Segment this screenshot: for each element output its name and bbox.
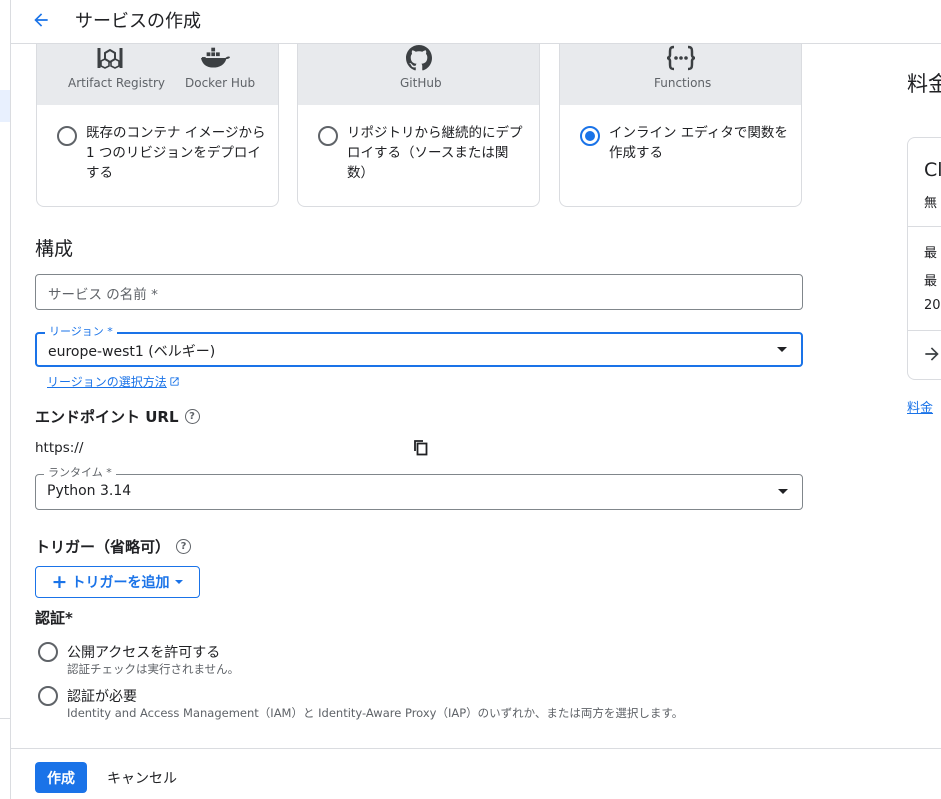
divider (908, 226, 941, 227)
chevron-down-icon (777, 347, 787, 352)
region-value: europe-west1 (ベルギー) (48, 344, 216, 360)
source-radio[interactable] (318, 126, 338, 146)
left-nav-rail (0, 0, 11, 799)
open-in-new-icon (170, 377, 179, 386)
endpoint-heading-text: エンドポイント URL (35, 408, 179, 426)
source-option-text: 既存のコンテナ イメージから 1 つのリビジョンをデプロイする (86, 125, 266, 181)
page-header: サービスの作成 (11, 0, 941, 44)
divider (908, 330, 941, 331)
auth-heading: 認証* (35, 609, 73, 627)
auth-option-title: 認証が必要 (67, 689, 137, 705)
region-help-link[interactable]: リージョンの選択方法 (47, 373, 180, 390)
left-nav-selected-item[interactable] (0, 90, 10, 122)
endpoint-url: https:// (35, 440, 84, 456)
source-option-text: リポジトリから継続的にデプロイする（ソースまたは関数） (347, 125, 523, 181)
service-name-input[interactable]: サービス の名前 * (35, 274, 803, 310)
pricing-card: Cl 無 最 最 20 (907, 137, 941, 380)
trigger-heading: トリガー（省略可） ? (35, 536, 192, 557)
source-card-functions[interactable]: Functions インライン エディタで関数を作成する (559, 44, 802, 207)
pricing-link[interactable]: 料金 (907, 397, 933, 416)
dropdown-arrow-icon (175, 580, 184, 584)
service-name-placeholder: サービス の名前 * (48, 287, 158, 303)
help-icon[interactable]: ? (184, 409, 200, 424)
functions-icon (666, 44, 696, 72)
pricing-line: 20 (924, 298, 941, 313)
region-help-link-text: リージョンの選択方法 (47, 375, 167, 389)
card-header: Artifact Registry Docker Hub (37, 44, 278, 105)
runtime-select[interactable]: ランタイム * Python 3.14 (35, 466, 803, 510)
pricing-line: 最 (924, 246, 938, 261)
config-heading: 構成 (35, 238, 74, 260)
pricing-card-title: Cl (924, 159, 941, 181)
source-card-container-image[interactable]: Artifact Registry Docker Hub 既存のコンテナ イメー… (36, 44, 279, 207)
docker-icon (201, 44, 231, 72)
page-title: サービスの作成 (75, 11, 201, 32)
functions-label: Functions (654, 76, 712, 90)
auth-option-desc: 認証チェックは実行されません。 (67, 662, 240, 676)
left-nav-divider (0, 718, 10, 719)
add-trigger-button[interactable]: + トリガーを追加 (35, 566, 200, 598)
arrow-back-icon (34, 13, 48, 27)
copy-icon[interactable] (413, 439, 429, 456)
back-button[interactable] (27, 6, 55, 34)
chevron-down-icon (778, 489, 788, 494)
github-icon (404, 44, 434, 72)
arrow-forward-icon[interactable] (922, 344, 941, 364)
auth-option-title: 公開アクセスを許可する (67, 645, 221, 661)
runtime-label: ランタイム * (44, 466, 116, 480)
form-footer: 作成 キャンセル (11, 748, 941, 799)
region-label: リージョン * (45, 325, 117, 339)
auth-radio[interactable] (38, 686, 58, 706)
docker-hub-label: Docker Hub (185, 76, 256, 90)
cancel-button[interactable]: キャンセル (107, 768, 177, 788)
trigger-heading-text: トリガー（省略可） (35, 538, 171, 556)
auth-radio[interactable] (38, 642, 58, 662)
plus-icon: + (51, 570, 68, 593)
artifact-registry-label: Artifact Registry (68, 76, 166, 90)
source-radio-selected[interactable] (580, 126, 600, 146)
card-header: GitHub (298, 44, 539, 105)
pricing-line: 無 (924, 196, 938, 211)
artifact-registry-icon (95, 44, 125, 72)
pricing-line: 最 (924, 274, 938, 289)
create-button[interactable]: 作成 (35, 762, 87, 793)
source-card-repository[interactable]: GitHub リポジトリから継続的にデプロイする（ソースまたは関数） (297, 44, 540, 207)
add-trigger-label: トリガーを追加 (71, 575, 170, 591)
pricing-panel-title: 料金 (907, 72, 941, 96)
help-icon[interactable]: ? (176, 539, 192, 554)
endpoint-heading: エンドポイント URL ? (35, 406, 200, 427)
auth-option-desc: Identity and Access Management（IAM）と Ide… (67, 706, 684, 720)
runtime-value: Python 3.14 (47, 483, 132, 499)
github-label: GitHub (400, 76, 442, 90)
region-select[interactable]: リージョン * europe-west1 (ベルギー) (35, 325, 803, 367)
source-radio[interactable] (57, 126, 77, 146)
card-header: Functions (560, 44, 801, 105)
source-option-text: インライン エディタで関数を作成する (609, 125, 788, 161)
